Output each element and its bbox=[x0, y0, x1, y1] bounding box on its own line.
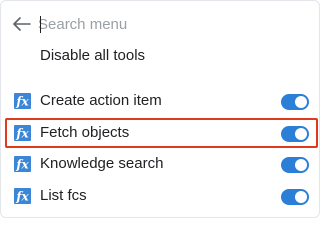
fx-function-icon: fx bbox=[14, 156, 31, 172]
toggle-knob bbox=[295, 96, 307, 108]
tools-menu-panel: Disable all tools fx Create action item … bbox=[0, 0, 320, 218]
tool-row-knowledge-search[interactable]: fx Knowledge search bbox=[1, 149, 321, 179]
tool-label: Create action item bbox=[40, 92, 162, 109]
arrow-left-icon bbox=[13, 17, 31, 31]
fx-function-icon: fx bbox=[14, 93, 31, 109]
tool-toggle[interactable] bbox=[281, 94, 309, 110]
fx-function-icon: fx bbox=[14, 125, 31, 141]
tool-label: List fcs bbox=[40, 187, 87, 204]
tool-row-list-fcs[interactable]: fx List fcs bbox=[1, 181, 321, 211]
back-button[interactable] bbox=[12, 15, 32, 33]
tool-label: Fetch objects bbox=[40, 124, 130, 141]
svg-text:fx: fx bbox=[15, 127, 29, 141]
text-caret bbox=[40, 16, 41, 33]
svg-text:fx: fx bbox=[15, 158, 29, 172]
tool-row-create-action-item[interactable]: fx Create action item bbox=[1, 86, 321, 116]
toggle-knob bbox=[295, 159, 307, 171]
search-row bbox=[1, 11, 321, 37]
toggle-knob bbox=[295, 128, 307, 140]
tool-row-fetch-objects[interactable]: fx Fetch objects bbox=[5, 118, 318, 148]
svg-text:fx: fx bbox=[15, 95, 29, 109]
disable-all-tools-option[interactable]: Disable all tools bbox=[40, 47, 145, 64]
svg-text:fx: fx bbox=[15, 190, 29, 204]
tool-toggle[interactable] bbox=[281, 189, 309, 205]
tool-toggle[interactable] bbox=[281, 157, 309, 173]
toggle-knob bbox=[295, 191, 307, 203]
fx-function-icon: fx bbox=[14, 188, 31, 204]
tool-label: Knowledge search bbox=[40, 155, 164, 172]
search-input[interactable] bbox=[38, 13, 298, 35]
tool-toggle[interactable] bbox=[281, 126, 309, 142]
